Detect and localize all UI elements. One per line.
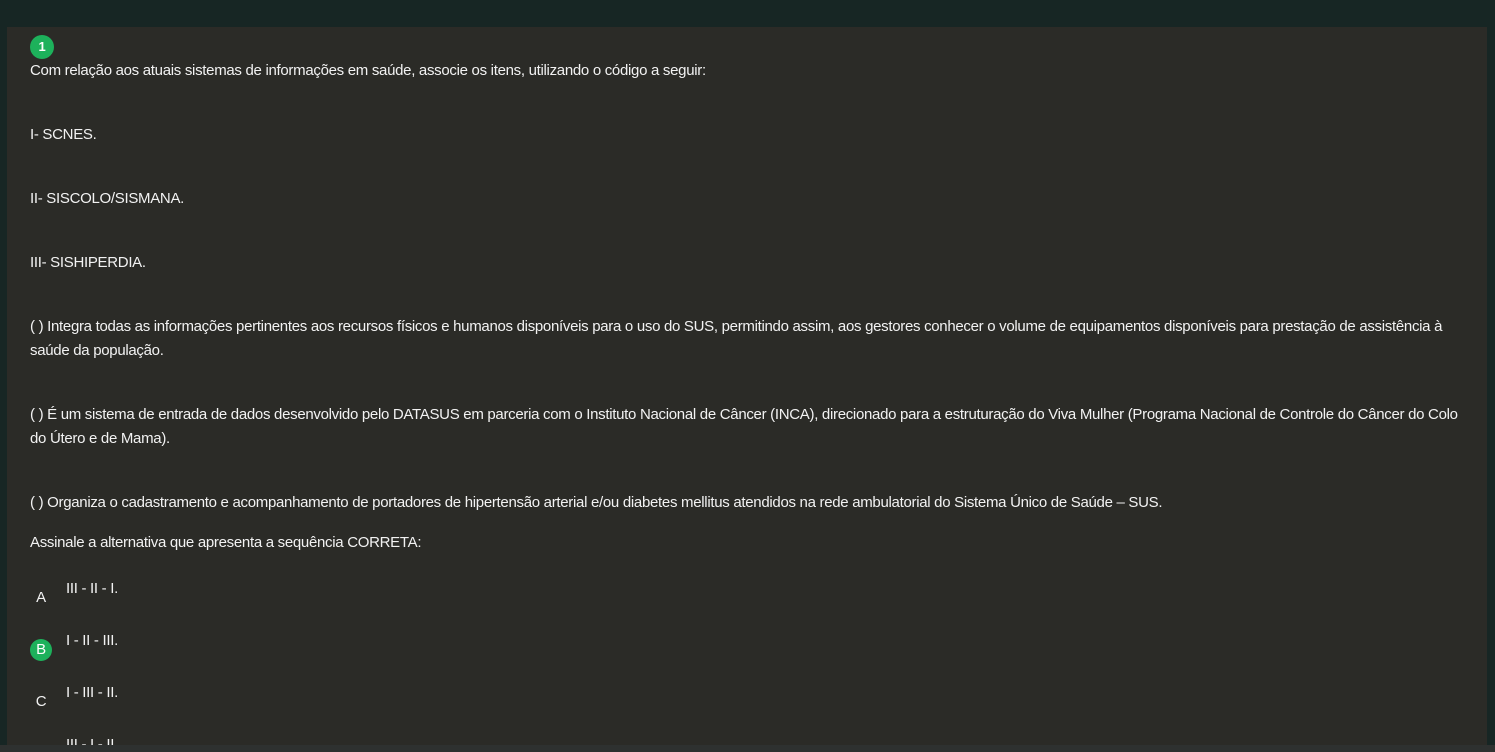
question-card: 1 Com relação aos atuais sistemas de inf… bbox=[7, 27, 1487, 745]
option-text-b[interactable]: I - II - III. bbox=[66, 629, 118, 653]
question-prompt: Assinale a alternativa que apresenta a s… bbox=[30, 534, 422, 551]
option-letter-a[interactable]: A bbox=[30, 587, 52, 609]
option-text-d[interactable]: III - I - II. bbox=[66, 733, 118, 745]
question-intro: Com relação aos atuais sistemas de infor… bbox=[30, 62, 706, 79]
question-number-badge: 1 bbox=[30, 35, 54, 59]
bottom-bar bbox=[0, 745, 1495, 752]
statement-1: ( ) Integra todas as informações pertine… bbox=[30, 318, 1443, 359]
item-2: II- SISCOLO/SISMANA. bbox=[30, 190, 185, 207]
item-1: I- SCNES. bbox=[30, 126, 97, 143]
statement-2: ( ) É um sistema de entrada de dados des… bbox=[30, 406, 1458, 447]
option-text-a[interactable]: III - II - I. bbox=[66, 577, 118, 601]
option-letter-b[interactable]: B bbox=[30, 639, 52, 661]
statement-3: ( ) Organiza o cadastramento e acompanha… bbox=[30, 494, 1163, 511]
option-letter-c[interactable]: C bbox=[30, 691, 52, 713]
item-3: III- SISHIPERDIA. bbox=[30, 254, 146, 271]
top-bar bbox=[0, 0, 1495, 27]
option-text-c[interactable]: I - III - II. bbox=[66, 681, 118, 705]
